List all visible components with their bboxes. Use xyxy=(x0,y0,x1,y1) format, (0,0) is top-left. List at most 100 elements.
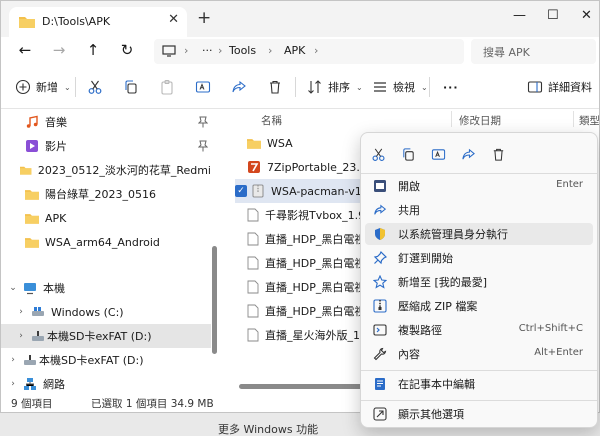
share-button[interactable] xyxy=(231,77,247,97)
context-share-button[interactable] xyxy=(457,143,479,165)
menu-item-label: 內容 xyxy=(398,348,420,361)
file-name: WSA xyxy=(267,136,293,150)
forward-button[interactable]: → xyxy=(49,41,69,61)
nav-item-folder-wsa-arm64[interactable]: WSA_arm64_Android xyxy=(1,230,211,254)
menu-item-open[interactable]: 開啟 Enter xyxy=(365,175,593,197)
nav-item-drive-c[interactable]: › Windows (C:) xyxy=(1,300,211,324)
nav-item-label: 本機SD卡exFAT (D:) xyxy=(39,354,144,367)
music-icon xyxy=(26,115,38,128)
delete-icon xyxy=(493,148,503,161)
share-icon xyxy=(232,80,246,93)
nav-item-label: 2023_0512_淡水河的花草_Redmi xyxy=(37,164,211,177)
pc-icon xyxy=(24,283,36,295)
network-icon xyxy=(24,378,36,390)
delete-button[interactable] xyxy=(267,77,283,97)
menu-item-compress-zip[interactable]: 壓縮成 ZIP 檔案 xyxy=(365,295,593,317)
breadcrumb-more[interactable]: ··· xyxy=(202,44,213,57)
details-label: 詳細資料 xyxy=(548,81,592,94)
details-button[interactable]: 詳細資料 xyxy=(527,77,592,97)
refresh-button[interactable]: ↻ xyxy=(117,41,137,61)
new-button[interactable]: 新增 ⌄ xyxy=(15,77,71,97)
minimize-button[interactable]: — xyxy=(513,8,526,23)
sort-button[interactable]: 排序 ⌄ xyxy=(307,77,363,97)
tab-close-icon[interactable]: ✕ xyxy=(168,12,179,27)
usb-drive-icon xyxy=(24,354,36,365)
context-cut-button[interactable] xyxy=(367,143,389,165)
menu-shortcut: Alt+Enter xyxy=(534,347,583,358)
folder-icon xyxy=(247,139,261,149)
context-rename-button[interactable] xyxy=(427,143,449,165)
toolbar-divider xyxy=(295,77,296,97)
menu-item-show-more-options[interactable]: 顯示其他選項 xyxy=(365,403,593,425)
more-options-button[interactable]: ··· xyxy=(443,77,459,97)
context-delete-button[interactable] xyxy=(487,143,509,165)
menu-item-label: 複製路徑 xyxy=(398,324,442,337)
cut-button[interactable] xyxy=(87,77,103,97)
title-bar: D:\Tools\APK ✕ + — ☐ ✕ xyxy=(1,1,599,37)
chevron-down-icon[interactable]: ⌄ xyxy=(7,283,19,293)
column-header-type[interactable]: 類型 xyxy=(579,113,599,128)
new-tab-button[interactable]: + xyxy=(197,8,211,28)
menu-item-edit-in-notepad[interactable]: 在記事本中編輯 xyxy=(365,373,593,395)
address-row: ← → ↑ ↻ › ··· › Tools › APK › 搜尋 APK xyxy=(1,37,599,65)
nav-item-network[interactable]: › 網路 xyxy=(1,372,211,393)
more-options-icon xyxy=(373,407,387,421)
nav-item-label: APK xyxy=(45,211,67,225)
paste-button[interactable] xyxy=(159,77,175,97)
file-icon xyxy=(247,328,259,342)
horizontal-scrollbar[interactable] xyxy=(239,384,369,389)
nav-item-music[interactable]: 音樂 xyxy=(1,110,211,134)
nav-item-this-pc[interactable]: ⌄ 本機 xyxy=(1,276,211,300)
address-chevron-icon: › xyxy=(184,44,189,57)
menu-item-run-as-admin[interactable]: 以系統管理員身分執行 xyxy=(365,223,593,245)
nav-item-videos[interactable]: 影片 xyxy=(1,134,211,158)
nav-item-folder-2023-0516[interactable]: 陽台綠草_2023_0516 xyxy=(1,182,211,206)
breadcrumb-tools[interactable]: Tools xyxy=(229,44,256,57)
column-header-modified[interactable]: 修改日期 xyxy=(459,113,501,128)
menu-item-copy-path[interactable]: 複製路徑 Ctrl+Shift+C xyxy=(365,319,593,341)
search-input[interactable]: 搜尋 APK xyxy=(471,39,596,64)
folder-icon xyxy=(20,166,32,175)
nav-item-label: 陽台綠草_2023_0516 xyxy=(45,188,156,201)
folder-icon xyxy=(25,238,39,248)
menu-item-share[interactable]: 共用 xyxy=(365,199,593,221)
copy-icon xyxy=(125,80,137,94)
menu-item-pin-to-start[interactable]: 釘選到開始 xyxy=(365,247,593,269)
shield-icon xyxy=(375,228,385,240)
copy-path-icon xyxy=(373,324,387,336)
close-window-button[interactable]: ✕ xyxy=(581,8,592,23)
chevron-right-icon[interactable]: › xyxy=(7,379,19,389)
rename-button[interactable] xyxy=(195,77,211,97)
tab-title: D:\Tools\APK xyxy=(42,15,111,28)
back-button[interactable]: ← xyxy=(15,41,35,61)
chevron-right-icon[interactable]: › xyxy=(15,307,27,317)
copy-button[interactable] xyxy=(123,77,139,97)
nav-item-drive-d-selected[interactable]: › 本機SD卡exFAT (D:) xyxy=(1,324,211,348)
menu-item-properties[interactable]: 內容 Alt+Enter xyxy=(365,343,593,365)
nav-item-folder-2023-0512[interactable]: 2023_0512_淡水河的花草_Redmi xyxy=(1,158,211,182)
nav-pane-scrollbar[interactable] xyxy=(212,246,217,354)
nav-item-folder-apk[interactable]: APK xyxy=(1,206,211,230)
column-divider[interactable] xyxy=(451,111,452,127)
nav-item-drive-d[interactable]: › 本機SD卡exFAT (D:) xyxy=(1,348,211,372)
column-divider[interactable] xyxy=(573,111,574,127)
toolbar-divider xyxy=(429,77,430,97)
checkbox-checked[interactable]: ✓ xyxy=(235,185,247,197)
file-icon xyxy=(247,280,259,294)
rename-icon xyxy=(195,81,211,93)
menu-item-label: 在記事本中編輯 xyxy=(398,378,475,391)
view-button[interactable]: 檢視 ⌄ xyxy=(372,77,428,97)
context-copy-button[interactable] xyxy=(397,143,419,165)
breadcrumb-apk[interactable]: APK xyxy=(284,44,305,57)
up-button[interactable]: ↑ xyxy=(83,41,103,61)
maximize-button[interactable]: ☐ xyxy=(547,8,559,23)
column-header-name[interactable]: 名稱 xyxy=(261,113,282,128)
menu-item-add-to-favorites[interactable]: 新增至 [我的最愛] xyxy=(365,271,593,293)
usb-drive-icon xyxy=(32,330,44,341)
tab-apk[interactable]: D:\Tools\APK ✕ xyxy=(9,7,187,37)
menu-separator xyxy=(361,173,597,174)
chevron-right-icon[interactable]: › xyxy=(7,355,19,365)
menu-item-label: 顯示其他選項 xyxy=(398,408,464,421)
chevron-right-icon[interactable]: › xyxy=(15,331,27,341)
address-bar[interactable]: › ··· › Tools › APK › xyxy=(154,39,464,64)
